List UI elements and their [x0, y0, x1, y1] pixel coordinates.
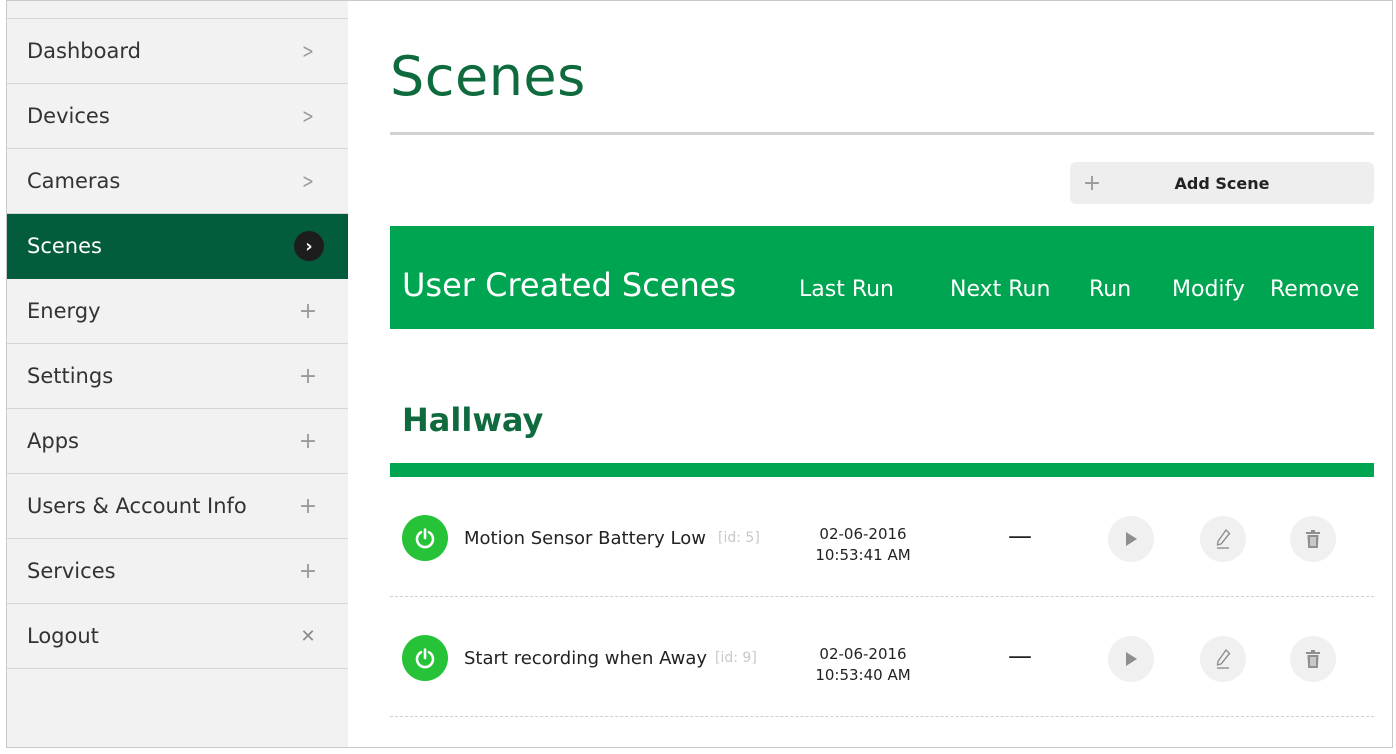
chevron-right-icon: >: [302, 169, 314, 193]
sidebar-item-label: Logout: [27, 624, 99, 648]
sidebar-item-scenes[interactable]: Scenes ›: [7, 214, 348, 279]
scenes-table-header: User Created Scenes Last Run Next Run Ru…: [390, 226, 1374, 329]
column-header-remove: Remove: [1270, 277, 1360, 302]
trash-icon: [1306, 530, 1320, 548]
column-header-run: Run: [1089, 277, 1132, 302]
last-run-time: 10:53:40 AM: [815, 666, 911, 684]
close-icon: ✕: [300, 625, 316, 647]
trash-icon: [1306, 650, 1320, 668]
sidebar-item-dashboard[interactable]: Dashboard >: [7, 19, 348, 84]
chevron-right-icon: >: [302, 104, 314, 128]
column-header-modify: Modify: [1172, 277, 1245, 302]
run-scene-button[interactable]: [1108, 636, 1154, 682]
remove-scene-button[interactable]: [1290, 516, 1336, 562]
sidebar-item-logout[interactable]: Logout ✕: [7, 604, 348, 669]
scene-row: Start recording when Away [id: 9] 02-06-…: [390, 598, 1374, 717]
sidebar-item-label: Energy: [27, 299, 101, 323]
sidebar-item-services[interactable]: Services +: [7, 539, 348, 604]
scene-row: Motion Sensor Battery Low [id: 5] 02-06-…: [390, 478, 1374, 597]
plus-icon: +: [298, 298, 318, 324]
scene-id: [id: 5]: [718, 530, 760, 546]
play-icon: [1126, 532, 1137, 546]
scene-id: [id: 9]: [715, 650, 757, 666]
scene-name: Motion Sensor Battery Low: [464, 528, 706, 549]
sidebar-item-label: Settings: [27, 364, 114, 388]
plus-icon: +: [298, 428, 318, 454]
last-run-value: 02-06-2016 10:53:40 AM: [808, 644, 918, 686]
modify-scene-button[interactable]: [1200, 636, 1246, 682]
scene-name: Start recording when Away: [464, 648, 708, 669]
play-icon: [1126, 652, 1137, 666]
power-toggle-button[interactable]: [402, 635, 448, 681]
plus-icon: +: [298, 363, 318, 389]
add-scene-label: Add Scene: [1174, 173, 1270, 193]
page-title: Scenes: [390, 45, 586, 108]
sidebar-item-cameras[interactable]: Cameras >: [7, 149, 348, 214]
title-divider: [390, 132, 1374, 135]
last-run-time: 10:53:41 AM: [815, 546, 911, 564]
power-icon: [415, 648, 435, 669]
sidebar: Dashboard > Devices > Cameras > Scenes ›…: [7, 1, 348, 747]
pencil-icon: [1216, 649, 1231, 669]
last-run-date: 02-06-2016: [819, 525, 907, 543]
plus-icon: +: [298, 493, 318, 519]
plus-icon: +: [298, 558, 318, 584]
sidebar-item-label: Services: [27, 559, 116, 583]
main-content: Scenes + Add Scene User Created Scenes L…: [348, 1, 1392, 747]
remove-scene-button[interactable]: [1290, 636, 1336, 682]
sidebar-item-devices[interactable]: Devices >: [7, 84, 348, 149]
sidebar-item-label: Users & Account Info: [27, 494, 247, 518]
column-header-last-run: Last Run: [799, 277, 895, 302]
chevron-right-circle-icon: ›: [294, 231, 324, 261]
sidebar-item-label: Apps: [27, 429, 79, 453]
run-scene-button[interactable]: [1108, 516, 1154, 562]
sidebar-item-users-account-info[interactable]: Users & Account Info +: [7, 474, 348, 539]
next-run-value: —: [1008, 522, 1032, 550]
chevron-right-icon: >: [302, 39, 314, 63]
sidebar-item-energy[interactable]: Energy +: [7, 279, 348, 344]
app-frame: Dashboard > Devices > Cameras > Scenes ›…: [6, 0, 1393, 748]
modify-scene-button[interactable]: [1200, 516, 1246, 562]
sidebar-item-label: Scenes: [27, 234, 102, 258]
power-icon: [415, 528, 435, 549]
column-header-next-run: Next Run: [950, 277, 1051, 302]
last-run-date: 02-06-2016: [819, 645, 907, 663]
plus-icon: +: [1082, 170, 1102, 196]
add-scene-button[interactable]: + Add Scene: [1070, 162, 1374, 204]
sidebar-item-label: Cameras: [27, 169, 121, 193]
next-run-value: —: [1008, 642, 1032, 670]
group-divider: [390, 463, 1374, 477]
sidebar-item-label: Devices: [27, 104, 110, 128]
pencil-icon: [1216, 529, 1231, 549]
last-run-value: 02-06-2016 10:53:41 AM: [808, 524, 918, 566]
power-toggle-button[interactable]: [402, 515, 448, 561]
group-title: Hallway: [402, 401, 544, 439]
sidebar-item-label: Dashboard: [27, 39, 141, 63]
sidebar-menu: Dashboard > Devices > Cameras > Scenes ›…: [7, 18, 348, 669]
sidebar-item-settings[interactable]: Settings +: [7, 344, 348, 409]
table-title: User Created Scenes: [402, 266, 737, 304]
sidebar-item-apps[interactable]: Apps +: [7, 409, 348, 474]
